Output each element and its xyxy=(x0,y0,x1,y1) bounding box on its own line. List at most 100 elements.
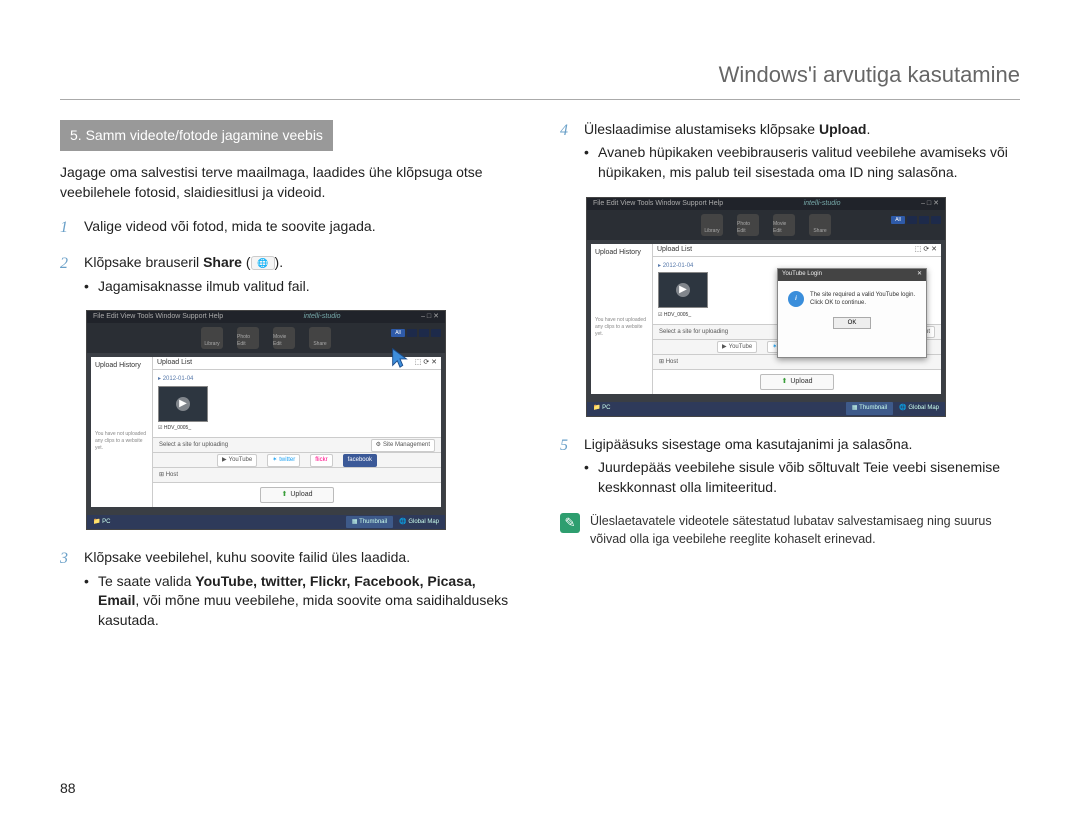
site-select-label: Select a site for uploading xyxy=(659,328,728,336)
host-label: ⊞ Host xyxy=(159,471,178,479)
step-number: 4 xyxy=(560,120,574,183)
popup-title: YouTube Login xyxy=(782,270,822,278)
upload-history-note: You have not uploaded any clips to a web… xyxy=(95,431,148,452)
popup-body: i The site required a valid YouTube logi… xyxy=(778,281,926,318)
right-column: 4 Üleslaadimise alustamiseks klõpsake Up… xyxy=(560,120,1020,645)
shot-footer: 📁 PC ▦ Thumbnail 🌐 Global Map xyxy=(87,515,445,529)
step-body: Valige videod või fotod, mida te soovite… xyxy=(84,217,520,239)
step3-sub-b: , või mõne muu veebilehe, mida soovite o… xyxy=(98,592,508,628)
footer-thumbnail: ▦ Thumbnail xyxy=(846,402,893,414)
tab-share: Share xyxy=(309,327,331,349)
shot-menubar: File Edit View Tools Window Support Help… xyxy=(587,198,945,210)
shot-all-pill: All xyxy=(891,216,905,224)
upload-list-bar: Upload List ⬚ ⟳ ✕ xyxy=(153,357,441,370)
video-thumb xyxy=(158,386,208,422)
page-header: Windows'i arvutiga kasutamine xyxy=(60,60,1020,100)
share-icon xyxy=(251,256,275,270)
footer-globalmap: 🌐 Global Map xyxy=(399,518,439,526)
host-label: ⊞ Host xyxy=(659,358,678,366)
shot-footer: 📁 PC ▦ Thumbnail 🌐 Global Map xyxy=(587,402,945,416)
popup-msg-1: The site required a valid YouTube login. xyxy=(810,291,915,299)
step3-sub: Te saate valida YouTube, twitter, Flickr… xyxy=(84,572,520,631)
tab-photoedit: Photo Edit xyxy=(237,327,259,349)
tab-library: Library xyxy=(701,214,723,236)
upload-list-label: Upload List xyxy=(157,358,192,368)
step5-sub: Juurdepääs veebilehe sisule võib sõltuva… xyxy=(584,458,1020,497)
page-number: 88 xyxy=(60,779,76,799)
popup-message: The site required a valid YouTube login.… xyxy=(810,291,915,308)
tab-movieedit: Movie Edit xyxy=(773,214,795,236)
site-select-label: Select a site for uploading xyxy=(159,441,228,449)
shot-all-pill: All xyxy=(391,329,405,337)
left-column: 5. Samm videote/fotode jagamine veebis J… xyxy=(60,120,520,645)
shot-menu: File Edit View Tools Window Support Help xyxy=(593,199,723,209)
step-body: Üleslaadimise alustamiseks klõpsake Uplo… xyxy=(584,120,1020,183)
shot-sites-row: ▶ YouTube ✶ twitter flickr facebook xyxy=(153,453,441,468)
info-icon: i xyxy=(788,291,804,307)
shot-brand: intelli-studio xyxy=(804,199,841,209)
shot-content: Upload History You have not uploaded any… xyxy=(91,357,441,507)
step-number: 2 xyxy=(60,253,74,296)
footer-pc: 📁 PC xyxy=(93,518,110,526)
note-box: ✎ Üleslaetavatele videotele sätestatud l… xyxy=(560,513,1020,548)
step-body: Ligipääsuks sisestage oma kasutajanimi j… xyxy=(584,435,1020,498)
video-thumb-name: ☑ HDV_0005_ xyxy=(158,425,436,432)
shot-tabs: Library Photo Edit Movie Edit Share xyxy=(87,323,445,353)
site-youtube: ▶ YouTube xyxy=(717,341,757,353)
note-icon: ✎ xyxy=(560,513,580,533)
step4-text-a: Üleslaadimise alustamiseks klõpsake xyxy=(584,121,819,137)
step3-text: Klõpsake veebilehel, kuhu soovite failid… xyxy=(84,549,410,565)
popup-msg-2: Click OK to continue. xyxy=(810,299,915,307)
step2-text-a: Klõpsake brauseril xyxy=(84,254,203,270)
share-label: Share xyxy=(203,254,242,270)
section-heading: 5. Samm videote/fotode jagamine veebis xyxy=(60,120,333,152)
upload-button: ⬆Upload xyxy=(260,487,333,503)
popup-ok-button: OK xyxy=(833,317,872,329)
shot-main: Upload List ⬚ ⟳ ✕ ▸ 2012-01-04 ☑ HDV_000… xyxy=(153,357,441,507)
shot-sidebar: Upload History You have not uploaded any… xyxy=(91,357,153,507)
screenshot-share-window: File Edit View Tools Window Support Help… xyxy=(86,310,446,530)
shot-upload-row: ⬆Upload xyxy=(653,370,941,394)
tab-movieedit: Movie Edit xyxy=(273,327,295,349)
step5-text: Ligipääsuks sisestage oma kasutajanimi j… xyxy=(584,436,912,452)
tab-library: Library xyxy=(201,327,223,349)
step-body: Klõpsake brauseril Share (). Jagamisakna… xyxy=(84,253,520,296)
step3-sub-a: Te saate valida xyxy=(98,573,195,589)
shot-thumbarea: ▸ 2012-01-04 ☑ HDV_0005_ xyxy=(153,370,441,438)
page-title: Windows'i arvutiga kasutamine xyxy=(719,62,1020,87)
site-youtube: ▶ YouTube xyxy=(217,454,257,466)
upload-button: ⬆Upload xyxy=(760,374,833,390)
login-popup: YouTube Login ✕ i The site required a va… xyxy=(777,268,927,358)
content-columns: 5. Samm videote/fotode jagamine veebis J… xyxy=(60,120,1020,645)
step-number: 5 xyxy=(560,435,574,498)
step2-text-c: ). xyxy=(275,254,284,270)
site-twitter: ✶ twitter xyxy=(267,454,300,466)
shot-upload-row: ⬆Upload xyxy=(153,483,441,507)
upload-history-label: Upload History xyxy=(595,248,648,258)
upload-label: Upload xyxy=(819,121,866,137)
screenshot-login-popup: File Edit View Tools Window Support Help… xyxy=(586,197,946,417)
toolbar-icons: ⬚ ⟳ ✕ xyxy=(415,358,437,368)
footer-globalmap: 🌐 Global Map xyxy=(899,404,939,412)
step-5: 5 Ligipääsuks sisestage oma kasutajanimi… xyxy=(560,435,1020,498)
shot-sidebar: Upload History You have not uploaded any… xyxy=(591,244,653,394)
upload-list-label: Upload List xyxy=(657,245,692,255)
video-thumb xyxy=(658,272,708,308)
step-4: 4 Üleslaadimise alustamiseks klõpsake Up… xyxy=(560,120,1020,183)
note-text: Üleslaetavatele videotele sätestatud lub… xyxy=(590,513,1020,548)
shot-menubar: File Edit View Tools Window Support Help… xyxy=(87,311,445,323)
site-facebook: facebook xyxy=(343,454,377,466)
shot-menu: File Edit View Tools Window Support Help xyxy=(93,312,223,322)
step-1: 1 Valige videod või fotod, mida te soovi… xyxy=(60,217,520,239)
shot-winbtns: – □ ✕ xyxy=(421,312,439,322)
step2-text-b: ( xyxy=(242,254,251,270)
upload-history-note: You have not uploaded any clips to a web… xyxy=(595,317,648,338)
step4-sub: Avaneb hüpikaken veebibrauseris valitud … xyxy=(584,143,1020,182)
toolbar-icons: ⬚ ⟳ ✕ xyxy=(915,245,937,255)
tab-photoedit: Photo Edit xyxy=(737,214,759,236)
step-3: 3 Klõpsake veebilehel, kuhu soovite fail… xyxy=(60,548,520,630)
shot-winbtns: – □ ✕ xyxy=(921,199,939,209)
shot-date: ▸ 2012-01-04 xyxy=(158,375,436,383)
step-2: 2 Klõpsake brauseril Share (). Jagamisak… xyxy=(60,253,520,296)
step2-sub: Jagamisaknasse ilmub valitud fail. xyxy=(84,277,520,297)
